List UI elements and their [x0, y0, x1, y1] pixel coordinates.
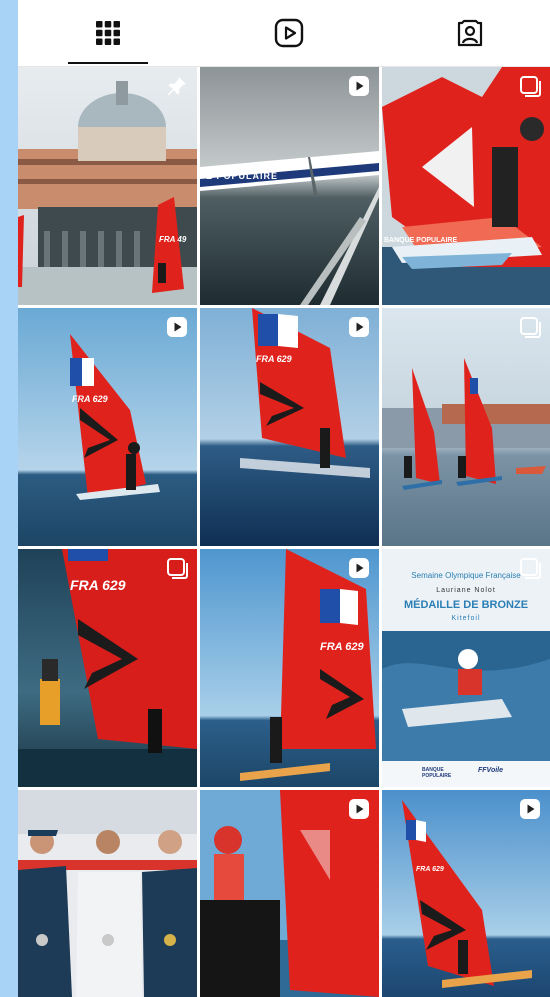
post-thumbnail[interactable]: FRA 629 — [200, 549, 379, 787]
reel-icon — [519, 798, 541, 820]
tab-tagged[interactable] — [410, 0, 530, 66]
sail-number: FRA 629 — [256, 354, 292, 364]
tab-reels[interactable] — [229, 0, 349, 66]
sponsor-logo: BANQUE POPULAIRE — [422, 767, 452, 779]
foil-boat-photo — [200, 67, 379, 305]
reel-icon — [348, 316, 370, 338]
windfoil-motion-photo — [200, 308, 379, 546]
reel-icon — [348, 798, 370, 820]
reel-icon — [348, 75, 370, 97]
windfoil-photo — [18, 308, 197, 546]
post-thumbnail[interactable] — [382, 308, 550, 546]
post-thumbnail[interactable]: Semaine Olympique Française Lauriane Nol… — [382, 549, 550, 787]
reel-icon — [348, 557, 370, 579]
carousel-icon — [166, 557, 188, 579]
windfoil-summer-photo — [382, 790, 550, 997]
profile-feed: FRA 49 E POPULAIRE BANQUE POPULAIRE FRA … — [18, 0, 550, 997]
poster-athlete-name: Lauriane Nolot — [436, 587, 496, 594]
post-thumbnail[interactable]: FRA 49 — [18, 67, 197, 305]
pier-photo — [18, 67, 197, 305]
post-thumbnail[interactable]: BANQUE POPULAIRE — [382, 67, 550, 305]
poster-medal-title: MÉDAILLE DE BRONZE — [403, 599, 529, 611]
post-thumbnail[interactable]: FRA 629 — [200, 308, 379, 546]
post-thumbnail[interactable]: FRA 629 — [382, 790, 550, 997]
sail-number: FRA 629 — [70, 577, 126, 593]
post-thumbnail[interactable] — [200, 790, 379, 997]
carousel-icon — [519, 75, 541, 97]
sail-number: FRA 49 — [159, 235, 187, 244]
post-thumbnail[interactable]: E POPULAIRE — [200, 67, 379, 305]
sail-number: FRA 629 — [72, 394, 108, 404]
carousel-icon — [519, 557, 541, 579]
reel-icon — [166, 316, 188, 338]
kitefoil-poster — [382, 549, 550, 787]
poster-discipline: Kitefoil — [451, 615, 481, 622]
windsurfer-blue-sky-photo — [200, 549, 379, 787]
sail-number: FRA 629 — [320, 641, 364, 653]
tab-grid[interactable] — [48, 0, 168, 66]
grid-icon — [96, 21, 120, 45]
sponsor-lettering: BANQUE POPULAIRE — [384, 237, 458, 244]
post-thumbnail[interactable]: FRA 629 — [18, 549, 197, 787]
post-thumbnail[interactable] — [18, 790, 197, 997]
reels-icon — [274, 18, 304, 48]
ffvoile-logo: FFVoile — [478, 767, 504, 774]
carousel-icon — [519, 316, 541, 338]
sail-number: FRA 629 — [416, 866, 444, 873]
young-windsurfer-photo — [200, 790, 379, 997]
hull-lettering: E POPULAIRE — [206, 171, 279, 181]
podium-athletes-photo — [18, 790, 197, 997]
post-thumbnail[interactable]: FRA 629 — [18, 308, 197, 546]
two-windsurfers-photo — [382, 308, 550, 546]
tagged-icon — [457, 19, 483, 47]
profile-tab-bar — [18, 0, 550, 67]
post-grid: FRA 49 E POPULAIRE BANQUE POPULAIRE FRA … — [18, 67, 550, 997]
windsurfer-closeup-photo — [382, 67, 550, 305]
pin-icon — [166, 75, 188, 97]
